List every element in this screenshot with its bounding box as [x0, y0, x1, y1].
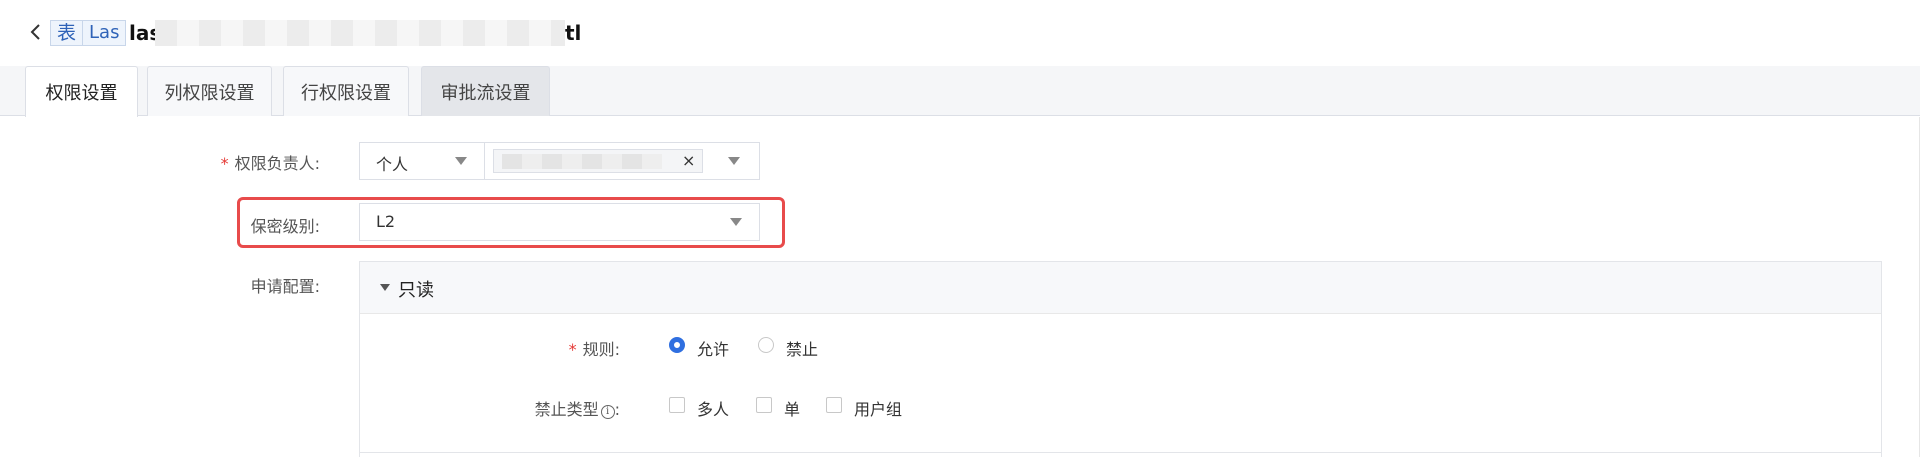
redacted-title [155, 20, 565, 46]
secrecy-label: 保密级别: [250, 217, 320, 236]
readonly-section-header[interactable]: 只读 [360, 262, 1881, 314]
readonly-section-title: 只读 [398, 280, 434, 301]
close-icon[interactable]: × [682, 151, 695, 170]
table-type-tag: 表 Las [50, 20, 127, 46]
owner-label: * 权限负责人: [220, 154, 320, 173]
rule-label: * 规则: [568, 340, 620, 359]
caret-down-icon [380, 284, 390, 291]
forbid-multi-checkbox[interactable] [669, 397, 685, 413]
forbid-usergroup-label[interactable]: 用户组 [854, 396, 902, 420]
forbid-usergroup-checkbox[interactable] [826, 397, 842, 413]
back-icon[interactable] [26, 20, 46, 44]
redacted-user-name [502, 154, 662, 169]
forbid-single-label[interactable]: 单 [784, 396, 800, 420]
owner-user-select[interactable]: × [484, 142, 760, 180]
tag-engine: Las [82, 21, 125, 45]
forbid-single-checkbox[interactable] [756, 397, 772, 413]
tab-permission-settings[interactable]: 权限设置 [25, 66, 138, 117]
info-icon[interactable]: i [600, 405, 615, 419]
secrecy-level-select[interactable]: L2 [359, 203, 760, 241]
tab-row-permission[interactable]: 行权限设置 [283, 66, 409, 116]
section-divider [360, 452, 1881, 453]
forbid-type-label: 禁止类型 i: [534, 400, 620, 419]
owner-type-value: 个人 [376, 155, 409, 174]
rule-forbid-radio[interactable] [758, 337, 774, 353]
apply-config-label: 申请配置: [250, 277, 320, 296]
secrecy-level-value: L2 [376, 212, 396, 231]
page-header: 表 Las las tl [0, 0, 1920, 66]
chevron-down-icon [730, 218, 742, 226]
owner-user-chip: × [493, 149, 703, 173]
rule-allow-label[interactable]: 允许 [697, 336, 729, 360]
chevron-down-icon [455, 157, 467, 165]
table-title-suffix: tl [565, 21, 582, 45]
tab-approval-flow[interactable]: 审批流设置 [421, 66, 550, 116]
rule-forbid-label[interactable]: 禁止 [786, 336, 818, 360]
tab-bar: 权限设置 列权限设置 行权限设置 审批流设置 [0, 66, 1920, 117]
tag-type: 表 [57, 22, 77, 44]
rule-allow-radio[interactable] [669, 337, 685, 353]
chevron-down-icon [728, 157, 740, 165]
apply-config-panel: 只读 * 规则: 允许 禁止 禁止类型 i: 多人 单 用户组 [359, 261, 1882, 457]
owner-type-select[interactable]: 个人 [359, 142, 485, 180]
forbid-multi-label[interactable]: 多人 [697, 396, 729, 420]
tab-column-permission[interactable]: 列权限设置 [147, 66, 272, 116]
